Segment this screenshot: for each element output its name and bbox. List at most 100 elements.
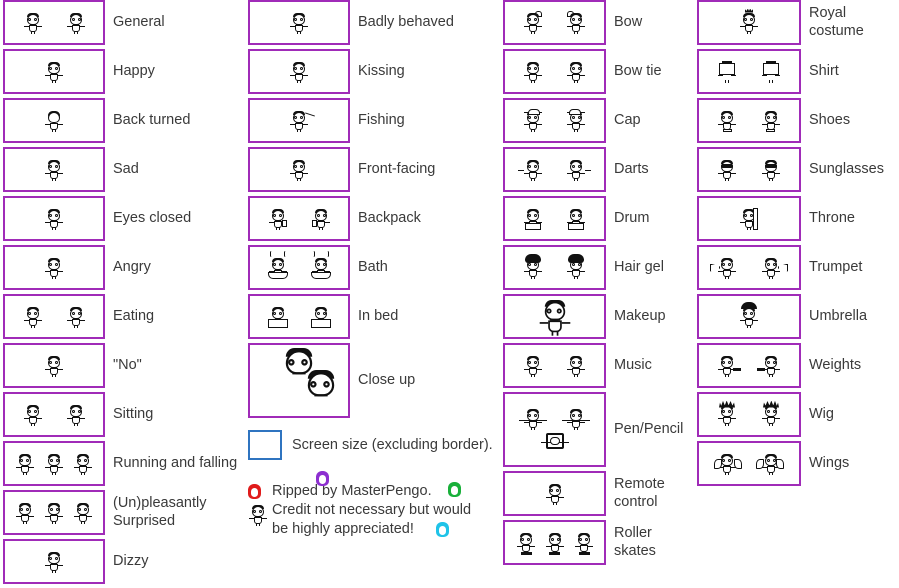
sprite-eyes-closed bbox=[44, 208, 64, 230]
sprite-sad bbox=[44, 159, 64, 181]
sprite-angry bbox=[44, 257, 64, 279]
sprite-bow bbox=[523, 10, 543, 34]
sprite-box-bath[interactable] bbox=[248, 245, 350, 290]
sprite-bath bbox=[310, 250, 331, 279]
sprite-box-wings[interactable] bbox=[697, 441, 801, 486]
sprite-entry: Running and falling bbox=[0, 441, 240, 486]
sprite-box-umbrella[interactable] bbox=[697, 294, 801, 339]
sprite-box-backpack[interactable] bbox=[248, 196, 350, 241]
sprite-box-sitting[interactable] bbox=[3, 392, 105, 437]
sprite-entry: Fishing bbox=[241, 98, 496, 143]
sprite-box-surprised[interactable] bbox=[3, 490, 105, 535]
sprite-sitting bbox=[23, 404, 43, 426]
sprite-box-cap[interactable] bbox=[503, 98, 606, 143]
sprite-drum bbox=[523, 208, 543, 230]
sprite-box-trumpet[interactable] bbox=[697, 245, 801, 290]
sprite-entry: Sitting bbox=[0, 392, 240, 437]
sprite-label: Angry bbox=[113, 258, 151, 275]
sprite-box-eyes-closed[interactable] bbox=[3, 196, 105, 241]
sprite-sunglasses bbox=[761, 159, 781, 181]
sprite-box-royal[interactable] bbox=[697, 0, 801, 45]
sprite-label: Eating bbox=[113, 307, 155, 324]
sprite-box-remote[interactable] bbox=[503, 471, 606, 516]
sprite-group bbox=[11, 492, 97, 533]
sprite-weights bbox=[717, 355, 741, 377]
sprite-row bbox=[256, 369, 342, 403]
sprite-label: Backpack bbox=[358, 209, 421, 226]
sprite-group bbox=[256, 345, 342, 416]
sprite-music bbox=[566, 355, 586, 377]
sprite-box-fishing[interactable] bbox=[248, 98, 350, 143]
sprite-box-hairgel[interactable] bbox=[503, 245, 606, 290]
sprite-box-bed[interactable] bbox=[248, 294, 350, 339]
sprite-label: Roller skates bbox=[614, 525, 656, 559]
sprite-makeup bbox=[538, 298, 572, 336]
sprite-box-drum[interactable] bbox=[503, 196, 606, 241]
sprite-box-back[interactable] bbox=[3, 98, 105, 143]
sprite-group bbox=[705, 51, 793, 92]
sprite-entry: Dizzy bbox=[0, 539, 240, 584]
sprite-box-angry[interactable] bbox=[3, 245, 105, 290]
sprite-box-music[interactable] bbox=[503, 343, 606, 388]
sprite-box-badly[interactable] bbox=[248, 0, 350, 45]
sprite-label: "No" bbox=[113, 356, 142, 373]
sprite-box-shirt[interactable] bbox=[697, 49, 801, 94]
sprite-pen bbox=[540, 430, 569, 452]
sprite-label: (Un)pleasantly Surprised bbox=[113, 495, 207, 529]
sprite-box-front[interactable] bbox=[248, 147, 350, 192]
sprite-box-closeup[interactable] bbox=[248, 343, 350, 418]
sprite-surprised bbox=[15, 502, 35, 524]
sprite-general bbox=[23, 12, 43, 34]
sprite-group bbox=[511, 100, 598, 141]
sprite-box-general[interactable] bbox=[3, 0, 105, 45]
sprite-group bbox=[11, 198, 97, 239]
sprite-box-kissing[interactable] bbox=[248, 49, 350, 94]
sprite-group bbox=[11, 345, 97, 386]
sprite-general bbox=[66, 12, 86, 34]
sprite-shirt bbox=[717, 60, 737, 83]
sprite-cap bbox=[523, 108, 543, 132]
sprite-group bbox=[705, 149, 793, 190]
sprite-backpack bbox=[268, 208, 288, 230]
sprite-box-throne[interactable] bbox=[697, 196, 801, 241]
sprite-box-running[interactable] bbox=[3, 441, 105, 486]
sprite-box-weights[interactable] bbox=[697, 343, 801, 388]
sprite-entry: "No" bbox=[0, 343, 240, 388]
sprite-group bbox=[705, 345, 793, 386]
sprite-running bbox=[15, 453, 35, 475]
sprite-drum bbox=[566, 208, 586, 230]
sprite-group bbox=[705, 247, 793, 288]
sprite-remote bbox=[545, 483, 565, 505]
sprite-bed bbox=[310, 306, 331, 328]
sprite-group bbox=[511, 51, 598, 92]
sprite-front bbox=[289, 159, 309, 181]
sprite-darts bbox=[566, 159, 592, 181]
sprite-box-happy[interactable] bbox=[3, 49, 105, 94]
sprite-group bbox=[11, 100, 97, 141]
sprite-surprised bbox=[73, 502, 93, 524]
sprite-box-bowtie[interactable] bbox=[503, 49, 606, 94]
sprite-box-skates[interactable] bbox=[503, 520, 606, 565]
sprite-entry: Bow bbox=[496, 0, 691, 45]
screen-size-box[interactable] bbox=[248, 430, 282, 460]
sprite-label: Music bbox=[614, 356, 652, 373]
sprite-box-makeup[interactable] bbox=[503, 294, 606, 339]
sprite-box-dizzy[interactable] bbox=[3, 539, 105, 584]
sprite-box-darts[interactable] bbox=[503, 147, 606, 192]
credit-text: Ripped by MasterPengo. Credit not necess… bbox=[268, 471, 471, 539]
sprite-box-bow[interactable] bbox=[503, 0, 606, 45]
sprite-box-sunglasses[interactable] bbox=[697, 147, 801, 192]
sprite-box-no[interactable] bbox=[3, 343, 105, 388]
sprite-label: Happy bbox=[113, 62, 155, 79]
sprite-label: Remote control bbox=[614, 476, 665, 510]
sprite-entry: Shoes bbox=[691, 98, 899, 143]
sprite-sheet-reference: General Happy Back turned Sad Eyes closed Ang… bbox=[0, 0, 899, 584]
sprite-box-sad[interactable] bbox=[3, 147, 105, 192]
sprite-box-shoes[interactable] bbox=[697, 98, 801, 143]
sprite-royal bbox=[739, 8, 759, 34]
sprite-box-pen[interactable] bbox=[503, 392, 606, 467]
sprite-box-eating[interactable] bbox=[3, 294, 105, 339]
sprite-eating bbox=[23, 306, 43, 328]
sprite-box-wig[interactable] bbox=[697, 392, 801, 437]
sprite-throne bbox=[739, 207, 759, 230]
